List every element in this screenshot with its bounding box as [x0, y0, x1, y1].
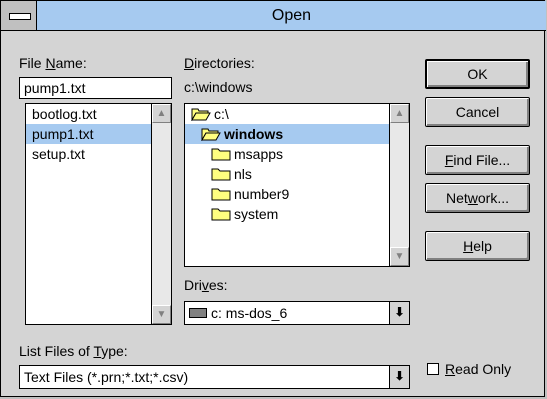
- help-button[interactable]: Help: [425, 231, 530, 261]
- directory-item[interactable]: number9: [185, 184, 409, 204]
- read-only-label[interactable]: Read Only: [445, 361, 511, 377]
- directory-item[interactable]: c:\: [185, 104, 409, 124]
- cancel-button[interactable]: Cancel: [425, 97, 530, 127]
- directory-item[interactable]: system: [185, 204, 409, 224]
- directory-item[interactable]: windows: [185, 124, 389, 144]
- window-title: Open: [271, 7, 312, 24]
- file-list-item[interactable]: bootlog.txt: [26, 104, 171, 124]
- scroll-down-arrow-icon[interactable]: ▼: [390, 247, 409, 266]
- file-list-scrollbar[interactable]: ▲ ▼: [151, 104, 171, 324]
- dropdown-arrow-icon[interactable]: ⬇: [389, 302, 409, 324]
- directories-label: Directories:: [184, 55, 255, 71]
- folder-icon: [211, 208, 231, 221]
- drives-value: c: ms-dos_6: [211, 305, 288, 321]
- directory-list-scrollbar[interactable]: ▲ ▼: [389, 104, 409, 266]
- system-menu-icon: [9, 13, 31, 20]
- system-menu-button[interactable]: [1, 1, 37, 30]
- dropdown-arrow-icon[interactable]: ⬇: [389, 366, 409, 388]
- directory-item[interactable]: msapps: [185, 144, 409, 164]
- read-only-checkbox[interactable]: [427, 363, 439, 375]
- folder-icon: [211, 168, 231, 181]
- file-type-select[interactable]: Text Files (*.prn;*.txt;*.csv) ⬇: [19, 365, 410, 389]
- file-list[interactable]: bootlog.txt pump1.txt setup.txt ▲ ▼: [25, 103, 172, 325]
- drives-label: Drives:: [184, 277, 228, 293]
- scroll-down-arrow-icon[interactable]: ▼: [152, 305, 171, 324]
- folder-icon: [211, 188, 231, 201]
- file-name-label: File Name:: [19, 55, 87, 71]
- ok-button[interactable]: OK: [425, 59, 530, 89]
- network-button[interactable]: Network...: [425, 183, 530, 213]
- scroll-up-arrow-icon[interactable]: ▲: [390, 104, 409, 123]
- file-type-value: Text Files (*.prn;*.txt;*.csv): [24, 369, 189, 385]
- scroll-up-arrow-icon[interactable]: ▲: [152, 104, 171, 123]
- open-dialog: Open File Name: pump1.txt bootlog.txt pu…: [0, 0, 546, 397]
- directory-list[interactable]: c:\ windows msapps nls number9 system ▲ …: [184, 103, 410, 267]
- file-type-label: List Files of Type:: [19, 343, 128, 359]
- current-path: c:\windows: [184, 79, 253, 95]
- folder-open-icon: [201, 128, 221, 142]
- find-file-button[interactable]: Find File...: [425, 145, 530, 175]
- title-bar[interactable]: Open: [1, 1, 546, 31]
- file-list-item[interactable]: pump1.txt: [26, 124, 151, 144]
- folder-icon: [211, 148, 231, 161]
- directory-item[interactable]: nls: [185, 164, 409, 184]
- file-list-item[interactable]: setup.txt: [26, 144, 171, 164]
- folder-open-icon: [191, 108, 211, 122]
- drives-select[interactable]: c: ms-dos_6 ⬇: [184, 301, 410, 325]
- drive-icon: [189, 308, 207, 319]
- file-name-input[interactable]: pump1.txt: [19, 77, 172, 99]
